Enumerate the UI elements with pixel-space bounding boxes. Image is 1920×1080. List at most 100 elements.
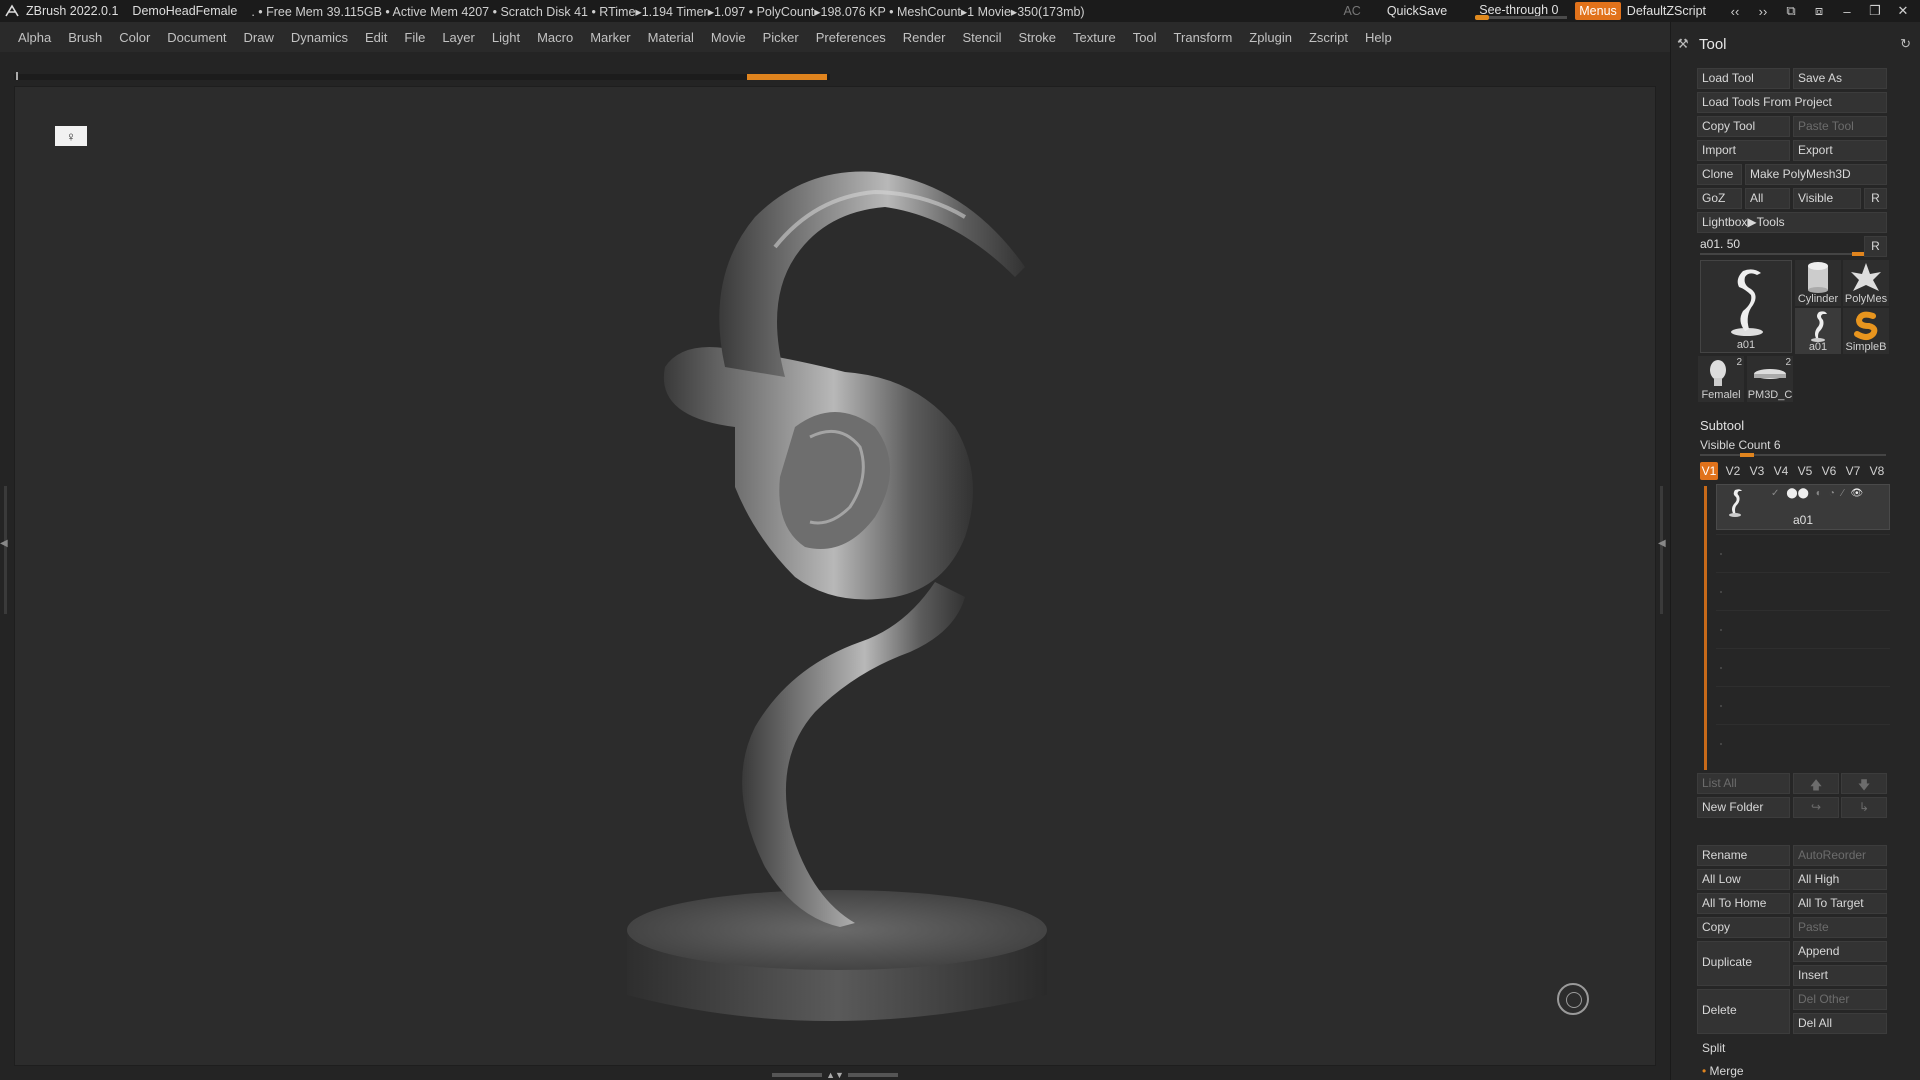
version-v3-tab[interactable]: V3 xyxy=(1748,462,1766,480)
copy-subtool-button[interactable]: Copy xyxy=(1697,917,1790,938)
version-v5-tab[interactable]: V5 xyxy=(1796,462,1814,480)
tool-slider[interactable]: a01. 50 xyxy=(1700,236,1866,256)
menu-alpha[interactable]: Alpha xyxy=(18,30,51,45)
sculpture-model[interactable] xyxy=(605,127,1085,1067)
import-button[interactable]: Import xyxy=(1697,140,1790,161)
all-to-home-button[interactable]: All To Home xyxy=(1697,893,1790,914)
layout-icon[interactable]: ⧉ xyxy=(1780,2,1802,20)
menu-document[interactable]: Document xyxy=(167,30,226,45)
visible-count-knob[interactable] xyxy=(1740,453,1754,457)
visible-count-slider[interactable]: Visible Count 6 xyxy=(1700,436,1886,457)
move-into-folder-icon[interactable]: ↪ xyxy=(1793,797,1839,818)
tool-slider-r-button[interactable]: R xyxy=(1864,236,1887,257)
subtool-header[interactable]: Subtool xyxy=(1700,418,1744,433)
window-layout-icon[interactable]: ⧈ xyxy=(1808,2,1830,20)
version-v4-tab[interactable]: V4 xyxy=(1772,462,1790,480)
close-icon[interactable]: ✕ xyxy=(1892,2,1914,20)
menu-macro[interactable]: Macro xyxy=(537,30,573,45)
version-v8-tab[interactable]: V8 xyxy=(1868,462,1886,480)
collapse-right-icon[interactable]: ›› xyxy=(1752,2,1774,20)
thumb-female-head[interactable]: 2 Femalel xyxy=(1698,356,1744,402)
brush-toggle-icon[interactable]: ✓ xyxy=(1771,488,1779,499)
polypaint-toggle-icon[interactable]: ⬤⬤ xyxy=(1786,488,1808,499)
auto-reorder-button[interactable]: AutoReorder xyxy=(1793,845,1887,866)
bottom-tray-handle[interactable]: ▲▼ xyxy=(770,1070,900,1080)
left-tray-handle[interactable]: ◀ xyxy=(0,486,10,614)
make-polymesh-button[interactable]: Make PolyMesh3D xyxy=(1745,164,1887,185)
menu-transform[interactable]: Transform xyxy=(1174,30,1233,45)
menu-edit[interactable]: Edit xyxy=(365,30,387,45)
all-high-button[interactable]: All High xyxy=(1793,869,1887,890)
export-button[interactable]: Export xyxy=(1793,140,1887,161)
menu-help[interactable]: Help xyxy=(1365,30,1392,45)
subtool-item[interactable]: ✓ ⬤⬤ ◐ ◔ ∕ 👁 a01 xyxy=(1716,484,1890,530)
quicksave-button[interactable]: QuickSave xyxy=(1387,4,1447,18)
lock-toggle-icon[interactable]: ∕ xyxy=(1842,488,1844,499)
del-all-button[interactable]: Del All xyxy=(1793,1013,1887,1034)
thumb-cylinder[interactable]: Cylinder xyxy=(1795,260,1841,306)
menu-light[interactable]: Light xyxy=(492,30,520,45)
collapse-left-icon[interactable]: ‹‹ xyxy=(1724,2,1746,20)
save-as-button[interactable]: Save As xyxy=(1793,68,1887,89)
move-out-folder-icon[interactable]: ↳ xyxy=(1841,797,1887,818)
thumb-polymesh[interactable]: PolyMes xyxy=(1843,260,1889,306)
minimize-icon[interactable]: – xyxy=(1836,2,1858,20)
subtool-list[interactable]: ✓ ⬤⬤ ◐ ◔ ∕ 👁 a01 xyxy=(1700,484,1890,770)
clone-button[interactable]: Clone xyxy=(1697,164,1742,185)
document-tab-strip[interactable] xyxy=(14,72,830,80)
copy-tool-button[interactable]: Copy Tool xyxy=(1697,116,1790,137)
thumb-simpleb[interactable]: SimpleB xyxy=(1843,308,1889,354)
see-through-knob[interactable] xyxy=(1475,15,1490,20)
list-all-button[interactable]: List All xyxy=(1697,773,1790,794)
menu-preferences[interactable]: Preferences xyxy=(816,30,886,45)
menu-picker[interactable]: Picker xyxy=(763,30,799,45)
goz-visible-button[interactable]: Visible xyxy=(1793,188,1861,209)
menu-zplugin[interactable]: Zplugin xyxy=(1249,30,1292,45)
move-down-icon[interactable]: 🡇 xyxy=(1841,773,1887,794)
menu-layer[interactable]: Layer xyxy=(442,30,475,45)
right-tray-handle[interactable]: ◀ xyxy=(1656,486,1668,614)
tool-palette-header[interactable]: ⚒ Tool ↻ xyxy=(1671,32,1920,56)
version-v1-tab[interactable]: V1 xyxy=(1700,462,1718,480)
append-button[interactable]: Append xyxy=(1793,941,1887,962)
load-tools-from-project-button[interactable]: Load Tools From Project xyxy=(1697,92,1887,113)
goz-button[interactable]: GoZ xyxy=(1697,188,1742,209)
del-other-button[interactable]: Del Other xyxy=(1793,989,1887,1010)
duplicate-button[interactable]: Duplicate xyxy=(1697,941,1790,986)
version-v2-tab[interactable]: V2 xyxy=(1724,462,1742,480)
paste-subtool-button[interactable]: Paste xyxy=(1793,917,1887,938)
perspective-figure-icon[interactable]: ♀ xyxy=(55,126,87,146)
material-toggle-icon[interactable]: ◐ xyxy=(1816,488,1822,499)
version-v7-tab[interactable]: V7 xyxy=(1844,462,1862,480)
paste-tool-button[interactable]: Paste Tool xyxy=(1793,116,1887,137)
goz-all-button[interactable]: All xyxy=(1745,188,1790,209)
visibility-eye-icon[interactable]: 👁 xyxy=(1851,488,1864,499)
load-tool-button[interactable]: Load Tool xyxy=(1697,68,1790,89)
menu-marker[interactable]: Marker xyxy=(590,30,630,45)
delete-button[interactable]: Delete xyxy=(1697,989,1790,1034)
menu-file[interactable]: File xyxy=(404,30,425,45)
all-low-button[interactable]: All Low xyxy=(1697,869,1790,890)
merge-section-header[interactable]: • Merge xyxy=(1697,1062,1887,1080)
insert-button[interactable]: Insert xyxy=(1793,965,1887,986)
menu-color[interactable]: Color xyxy=(119,30,150,45)
menu-draw[interactable]: Draw xyxy=(244,30,274,45)
move-up-icon[interactable]: 🡅 xyxy=(1793,773,1839,794)
menu-texture[interactable]: Texture xyxy=(1073,30,1116,45)
thumb-pm3d[interactable]: 2 PM3D_C xyxy=(1747,356,1793,402)
canvas-viewport[interactable]: ♀ xyxy=(14,86,1656,1066)
thumb-a01-main[interactable]: a01 xyxy=(1700,260,1792,353)
menu-tool[interactable]: Tool xyxy=(1133,30,1157,45)
ac-toggle[interactable]: AC xyxy=(1343,4,1360,18)
maximize-icon[interactable]: ❐ xyxy=(1864,2,1886,20)
all-to-target-button[interactable]: All To Target xyxy=(1793,893,1887,914)
thumb-a01-small[interactable]: a01 xyxy=(1795,308,1841,354)
menu-dynamics[interactable]: Dynamics xyxy=(291,30,348,45)
menus-toggle[interactable]: Menus xyxy=(1575,2,1621,20)
reset-palette-icon[interactable]: ↻ xyxy=(1900,36,1911,52)
version-v6-tab[interactable]: V6 xyxy=(1820,462,1838,480)
rename-button[interactable]: Rename xyxy=(1697,845,1790,866)
see-through-slider[interactable]: See-through 0 xyxy=(1475,2,1568,20)
subtool-scrollbar[interactable] xyxy=(1704,486,1707,770)
menu-movie[interactable]: Movie xyxy=(711,30,746,45)
